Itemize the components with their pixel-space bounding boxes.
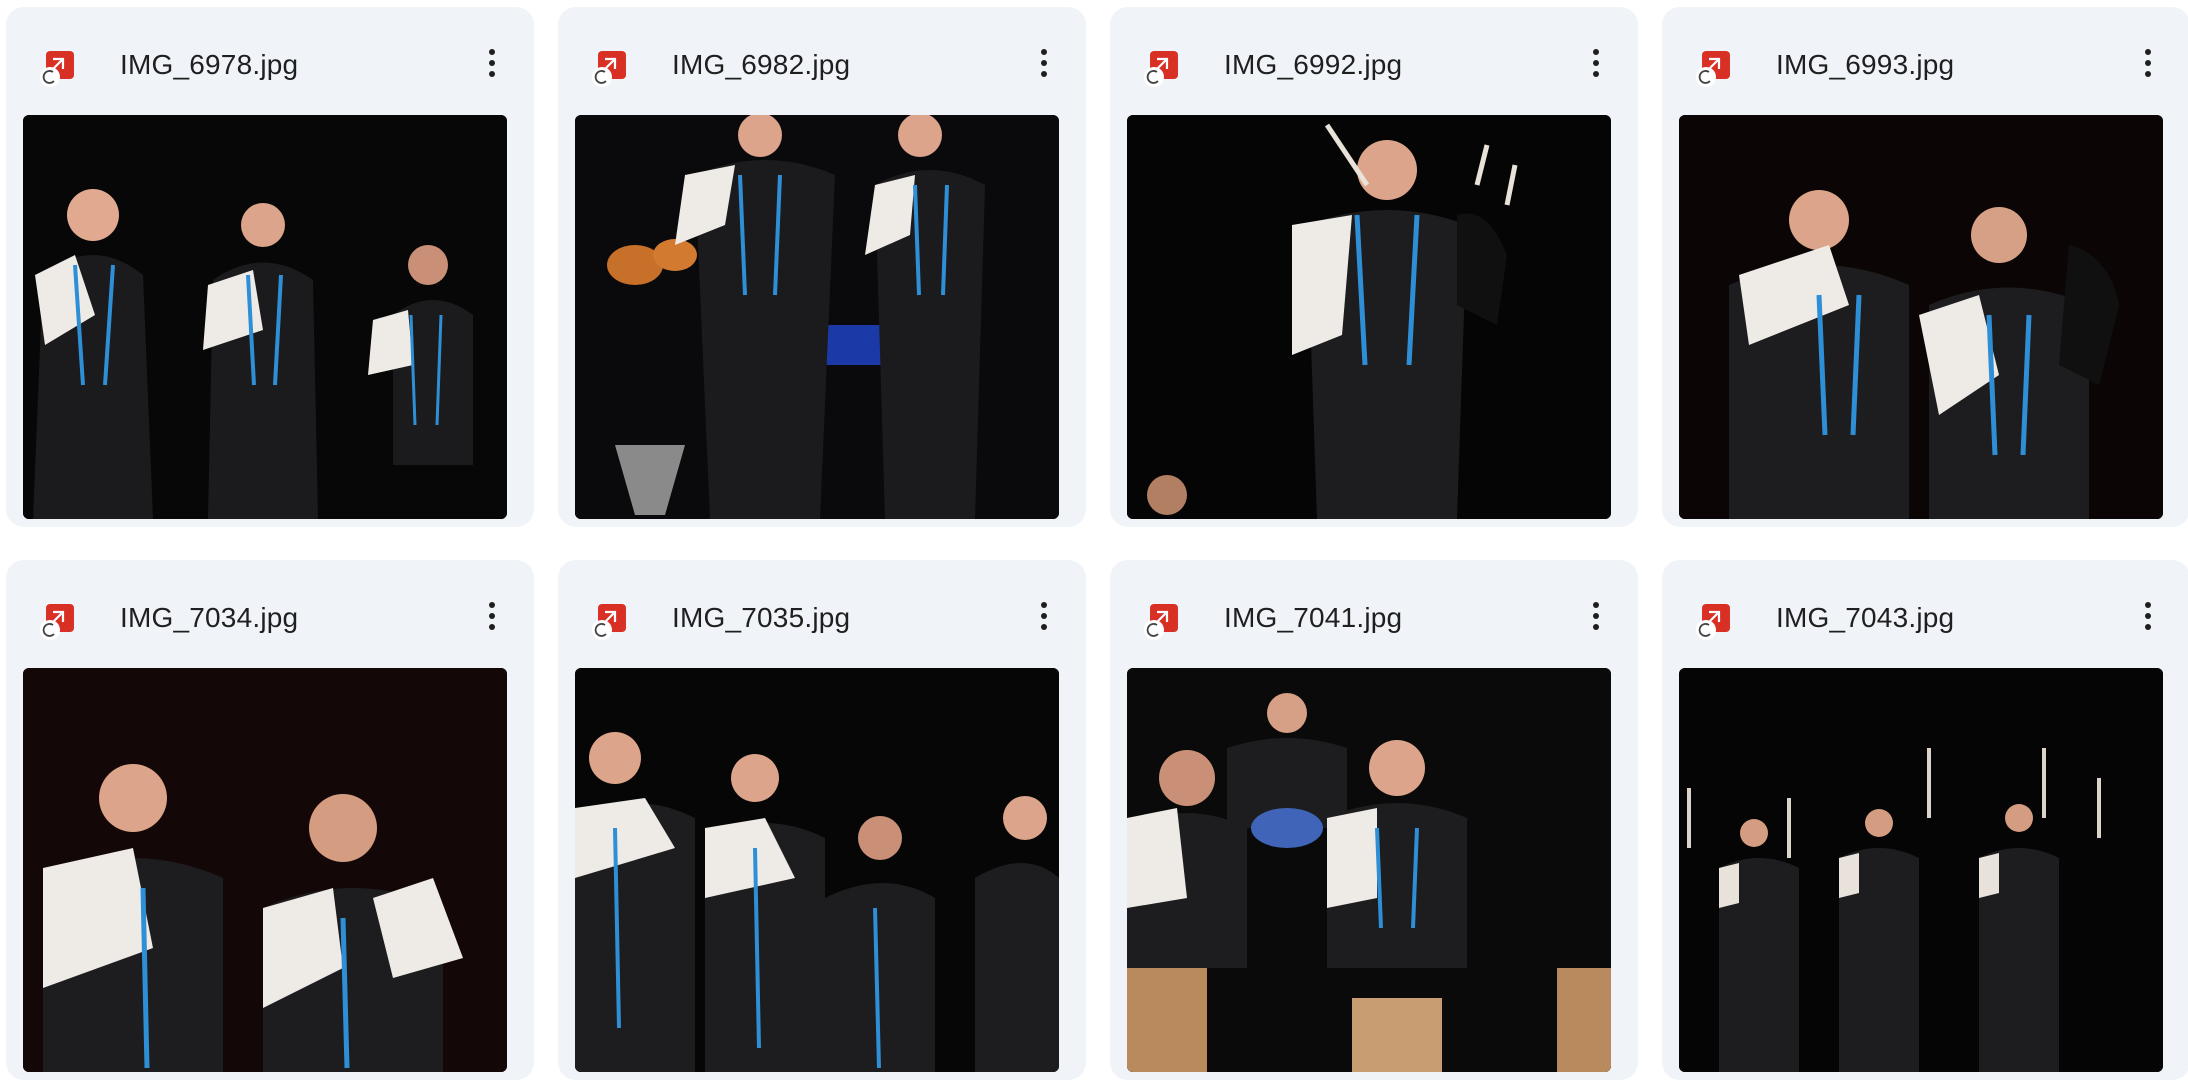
shortcut-arrow-icon <box>1146 623 1159 637</box>
file-card-header: IMG_7041.jpg <box>1110 560 1638 668</box>
thumbnail-image <box>575 668 1059 1072</box>
more-actions-button[interactable] <box>1574 41 1618 85</box>
shortcut-arrow-icon <box>594 623 607 637</box>
image-file-icon <box>592 604 626 640</box>
image-file-icon <box>40 51 74 87</box>
file-thumbnail[interactable] <box>575 115 1059 519</box>
thumbnail-image <box>23 115 507 519</box>
file-card[interactable]: IMG_6992.jpg <box>1110 7 1638 527</box>
more-actions-button[interactable] <box>470 41 514 85</box>
file-card-header: IMG_7034.jpg <box>6 560 534 668</box>
more-actions-button[interactable] <box>2126 41 2170 85</box>
file-card[interactable]: IMG_6993.jpg <box>1662 7 2188 527</box>
file-name: IMG_7041.jpg <box>1224 602 1403 633</box>
shortcut-arrow-icon <box>594 70 607 84</box>
file-name: IMG_7034.jpg <box>120 602 299 633</box>
shortcut-arrow-icon <box>42 623 55 637</box>
file-name: IMG_6992.jpg <box>1224 49 1403 80</box>
file-card-header: IMG_6992.jpg <box>1110 7 1638 115</box>
shortcut-arrow-icon <box>1146 70 1159 84</box>
file-thumbnail[interactable] <box>1127 668 1611 1072</box>
image-file-icon <box>1696 604 1730 640</box>
thumbnail-image <box>1679 668 2163 1072</box>
file-thumbnail[interactable] <box>575 668 1059 1072</box>
file-card-header: IMG_6978.jpg <box>6 7 534 115</box>
file-thumbnail[interactable] <box>1679 668 2163 1072</box>
file-name: IMG_7035.jpg <box>672 602 851 633</box>
shortcut-arrow-icon <box>1698 623 1711 637</box>
more-actions-button[interactable] <box>1574 594 1618 638</box>
thumbnail-image <box>575 115 1059 519</box>
file-card[interactable]: IMG_6982.jpg <box>558 7 1086 527</box>
image-file-icon <box>1696 51 1730 87</box>
file-card[interactable]: IMG_7041.jpg <box>1110 560 1638 1080</box>
shortcut-arrow-icon <box>42 70 55 84</box>
file-card-header: IMG_7043.jpg <box>1662 560 2188 668</box>
shortcut-arrow-icon <box>1698 70 1711 84</box>
thumbnail-image <box>23 668 507 1072</box>
more-actions-button[interactable] <box>470 594 514 638</box>
image-file-icon <box>40 604 74 640</box>
image-file-icon <box>1144 604 1178 640</box>
more-actions-button[interactable] <box>1022 594 1066 638</box>
thumbnail-image <box>1127 115 1611 519</box>
file-card[interactable]: IMG_7043.jpg <box>1662 560 2188 1080</box>
thumbnail-image <box>1127 668 1611 1072</box>
file-thumbnail[interactable] <box>1679 115 2163 519</box>
file-card[interactable]: IMG_6978.jpg <box>6 7 534 527</box>
thumbnail-image <box>1679 115 2163 519</box>
more-actions-button[interactable] <box>2126 594 2170 638</box>
file-name: IMG_6993.jpg <box>1776 49 1955 80</box>
file-card-header: IMG_6982.jpg <box>558 7 1086 115</box>
file-card-header: IMG_7035.jpg <box>558 560 1086 668</box>
file-card[interactable]: IMG_7034.jpg <box>6 560 534 1080</box>
image-file-icon <box>592 51 626 87</box>
file-name: IMG_6982.jpg <box>672 49 851 80</box>
file-card-header: IMG_6993.jpg <box>1662 7 2188 115</box>
file-thumbnail[interactable] <box>23 668 507 1072</box>
file-grid: IMG_6978.jpg IMG_6982.jpg IMG_6992.jpg I… <box>0 0 2188 1086</box>
file-card[interactable]: IMG_7035.jpg <box>558 560 1086 1080</box>
file-thumbnail[interactable] <box>23 115 507 519</box>
file-name: IMG_6978.jpg <box>120 49 299 80</box>
file-name: IMG_7043.jpg <box>1776 602 1955 633</box>
image-file-icon <box>1144 51 1178 87</box>
more-actions-button[interactable] <box>1022 41 1066 85</box>
file-thumbnail[interactable] <box>1127 115 1611 519</box>
